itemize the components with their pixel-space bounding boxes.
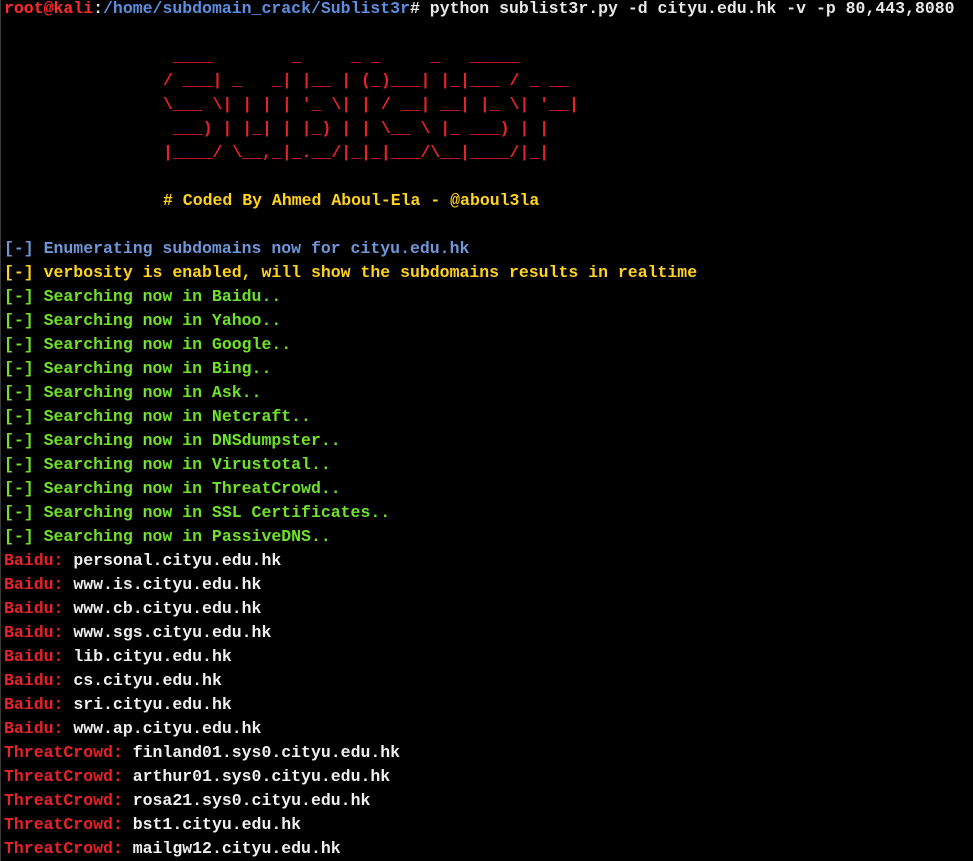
result-source: Baidu: [4, 575, 64, 594]
prompt-user-host: root@kali [4, 0, 94, 18]
status-searching-threatcrowd: [-] Searching now in ThreatCrowd.. [4, 479, 341, 498]
status-searching-dnsdumpster: [-] Searching now in DNSdumpster.. [4, 431, 341, 450]
banner-ascii-line-2: / ___| _ _| |__ | (_)___| |_|___ / _ __ [163, 71, 569, 90]
result-domain: arthur01.sys0.cityu.edu.hk [122, 767, 391, 786]
result-line: Baidu: lib.cityu.edu.hk [4, 645, 232, 669]
status-searching-virustotal: [-] Searching now in Virustotal.. [4, 455, 331, 474]
result-source: Baidu: [4, 623, 64, 642]
result-domain: lib.cityu.edu.hk [63, 647, 232, 666]
result-line: ThreatCrowd: arthur01.sys0.cityu.edu.hk [4, 765, 390, 789]
command-prompt-line: root@kali:/home/subdomain_crack/Sublist3… [4, 0, 955, 21]
result-line: Baidu: personal.cityu.edu.hk [4, 549, 281, 573]
result-source: ThreatCrowd: [4, 839, 123, 858]
status-searching-ask: [-] Searching now in Ask.. [4, 383, 262, 402]
result-domain: finland01.sys0.cityu.edu.hk [122, 743, 401, 762]
result-source: ThreatCrowd: [4, 815, 123, 834]
result-line: Baidu: cs.cityu.edu.hk [4, 669, 222, 693]
prompt-symbol: # [409, 0, 420, 18]
result-domain: cs.cityu.edu.hk [63, 671, 222, 690]
result-domain: personal.cityu.edu.hk [63, 551, 282, 570]
result-line: Baidu: www.cb.cityu.edu.hk [4, 597, 261, 621]
result-source: Baidu: [4, 671, 64, 690]
banner-ascii-line-4: ___) | |_| | |_) | | \__ \ |_ ___) | | [163, 119, 550, 138]
result-line: Baidu: www.ap.cityu.edu.hk [4, 717, 261, 741]
result-domain: sri.cityu.edu.hk [63, 695, 232, 714]
result-domain: www.is.cityu.edu.hk [63, 575, 262, 594]
banner-ascii-line-5: |____/ \__,_|_.__/|_|_|___/\__|____/|_| [163, 143, 550, 162]
result-line: ThreatCrowd: rosa21.sys0.cityu.edu.hk [4, 789, 370, 813]
banner-ascii-line-1: ____ _ _ _ _ _____ [163, 47, 520, 66]
result-line: ThreatCrowd: mailgw12.cityu.edu.hk [4, 837, 341, 861]
status-searching-google: [-] Searching now in Google.. [4, 335, 292, 354]
result-source: Baidu: [4, 647, 64, 666]
terminal-window[interactable]: root@kali:/home/subdomain_crack/Sublist3… [0, 0, 973, 861]
status-searching-netcraft: [-] Searching now in Netcraft.. [4, 407, 311, 426]
banner-ascii-line-3: \___ \| | | | '_ \| | / __| __| |_ \| '_… [163, 95, 579, 114]
result-domain: www.sgs.cityu.edu.hk [63, 623, 272, 642]
result-line: Baidu: sri.cityu.edu.hk [4, 693, 232, 717]
status-enumerating: [-] Enumerating subdomains now for cityu… [4, 239, 470, 258]
result-domain: www.cb.cityu.edu.hk [63, 599, 262, 618]
banner-credit: # Coded By Ahmed Aboul-Ela - @aboul3la [163, 191, 540, 210]
result-domain: www.ap.cityu.edu.hk [63, 719, 262, 738]
prompt-separator: : [93, 0, 104, 18]
result-domain: rosa21.sys0.cityu.edu.hk [122, 791, 371, 810]
status-searching-baidu: [-] Searching now in Baidu.. [4, 287, 282, 306]
status-verbosity: [-] verbosity is enabled, will show the … [4, 263, 698, 282]
result-line: Baidu: www.is.cityu.edu.hk [4, 573, 261, 597]
result-source: ThreatCrowd: [4, 791, 123, 810]
status-searching-yahoo: [-] Searching now in Yahoo.. [4, 311, 282, 330]
result-domain: bst1.cityu.edu.hk [122, 815, 302, 834]
result-source: ThreatCrowd: [4, 743, 123, 762]
result-line: ThreatCrowd: bst1.cityu.edu.hk [4, 813, 301, 837]
prompt-command: python sublist3r.py -d cityu.edu.hk -v -… [419, 0, 955, 18]
prompt-path: /home/subdomain_crack/Sublist3r [103, 0, 410, 18]
result-source: Baidu: [4, 719, 64, 738]
result-line: ThreatCrowd: finland01.sys0.cityu.edu.hk [4, 741, 400, 765]
status-searching-bing: [-] Searching now in Bing.. [4, 359, 272, 378]
status-searching-ssl-certificates: [-] Searching now in SSL Certificates.. [4, 503, 391, 522]
result-domain: mailgw12.cityu.edu.hk [122, 839, 341, 858]
result-source: Baidu: [4, 551, 64, 570]
status-searching-passivedns: [-] Searching now in PassiveDNS.. [4, 527, 331, 546]
result-source: ThreatCrowd: [4, 767, 123, 786]
result-source: Baidu: [4, 695, 64, 714]
result-source: Baidu: [4, 599, 64, 618]
result-line: Baidu: www.sgs.cityu.edu.hk [4, 621, 271, 645]
